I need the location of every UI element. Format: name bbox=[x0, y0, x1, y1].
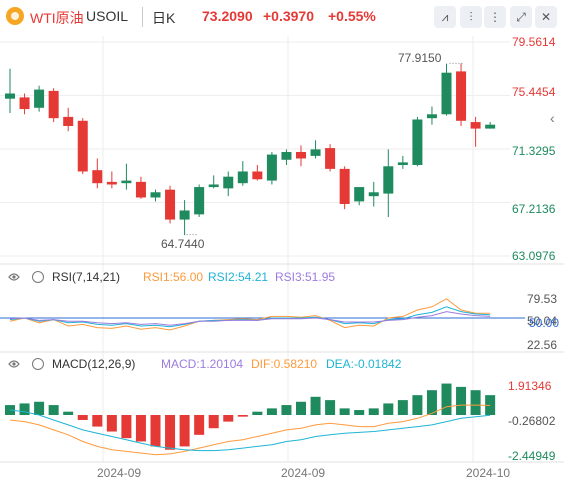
candle-body bbox=[150, 192, 161, 198]
candle-body bbox=[296, 151, 306, 159]
candle-body bbox=[325, 148, 336, 169]
candle-body bbox=[426, 114, 437, 119]
candle-body bbox=[121, 180, 132, 184]
rsi-panel bbox=[0, 298, 525, 331]
macd-histogram-bar bbox=[325, 400, 336, 415]
macd-histogram-bar bbox=[310, 396, 321, 415]
macd-histogram-bar bbox=[281, 405, 292, 415]
macd-histogram-bar bbox=[48, 405, 59, 415]
candle-body bbox=[383, 166, 394, 194]
dea-value: DEA:-0.01842 bbox=[326, 357, 402, 371]
macd-histogram-bar bbox=[77, 415, 88, 420]
chevron-left-icon[interactable]: ‹ bbox=[550, 110, 555, 126]
macd-panel bbox=[5, 383, 496, 456]
x-axis-tick: 2024-09 bbox=[97, 466, 142, 480]
macd-axis-tick: 1.91346 bbox=[508, 379, 552, 393]
candle-body bbox=[266, 154, 277, 181]
candle-body bbox=[194, 187, 205, 215]
macd-histogram-bar bbox=[208, 415, 219, 429]
x-axis-tick: 2024-10 bbox=[466, 466, 511, 480]
candle-body bbox=[441, 72, 452, 115]
price-axis-tick: 79.5614 bbox=[512, 35, 556, 49]
candle-body bbox=[485, 124, 496, 129]
gear-icon[interactable] bbox=[32, 271, 44, 283]
eye-icon[interactable] bbox=[8, 358, 20, 370]
macd-histogram-bar bbox=[92, 415, 103, 427]
macd-histogram-bar bbox=[339, 408, 350, 415]
macd-axis-tick: -0.26802 bbox=[508, 414, 556, 428]
high-price-label: 77.9150 bbox=[398, 51, 442, 65]
macd-histogram-bar bbox=[237, 415, 248, 417]
macd-axis-tick: -2.44949 bbox=[508, 449, 556, 463]
macd-histogram-bar bbox=[150, 415, 161, 447]
macd-histogram-bar bbox=[456, 386, 467, 415]
low-price-label: 64.7440 bbox=[161, 237, 205, 251]
macd-histogram-bar bbox=[368, 408, 379, 415]
candle-body bbox=[106, 181, 117, 185]
macd-histogram-bar bbox=[135, 415, 146, 442]
macd-histogram-bar bbox=[121, 415, 132, 439]
macd-histogram-bar bbox=[165, 415, 176, 450]
candle-body bbox=[310, 149, 321, 156]
candle-body bbox=[179, 210, 190, 220]
candle-body bbox=[237, 171, 248, 184]
rsi3-value: RSI3:51.95 bbox=[275, 270, 336, 284]
macd-histogram-bar bbox=[34, 401, 45, 415]
candle-body bbox=[470, 122, 481, 129]
x-axis-tick: 2024-09 bbox=[281, 466, 326, 480]
candle-body bbox=[412, 119, 423, 165]
candle-body bbox=[34, 89, 45, 108]
macd-histogram-bar bbox=[470, 390, 481, 415]
macd-histogram-bar bbox=[19, 403, 30, 415]
chart-canvas[interactable] bbox=[0, 0, 564, 484]
macd-histogram-bar bbox=[296, 401, 306, 415]
price-axis-tick: 75.4454 bbox=[512, 85, 556, 99]
eye-icon[interactable] bbox=[8, 271, 20, 283]
rsi-axis-tick: 79.53 bbox=[527, 292, 558, 306]
candle-body bbox=[63, 116, 74, 126]
rsi2-value: RSI2:54.21 bbox=[208, 270, 269, 284]
macd-histogram-bar bbox=[179, 415, 190, 447]
candle-body bbox=[48, 90, 59, 119]
candle-body bbox=[339, 168, 350, 204]
price-axis-tick: 67.2136 bbox=[512, 202, 556, 216]
macd-histogram-bar bbox=[412, 395, 423, 415]
candle-body bbox=[165, 189, 176, 220]
macd-title: MACD(12,26,9) bbox=[52, 357, 136, 371]
candle-body bbox=[77, 120, 88, 172]
macd-histogram-bar bbox=[441, 383, 452, 415]
macd-histogram-bar bbox=[194, 415, 205, 435]
rsi1-value: RSI1:56.00 bbox=[143, 270, 204, 284]
macd-histogram-bar bbox=[397, 400, 408, 415]
rsi-axis-tick: 22.56 bbox=[527, 338, 558, 352]
candle-body bbox=[135, 181, 146, 198]
candle-body bbox=[354, 187, 365, 202]
candle-body bbox=[281, 151, 292, 160]
gear-icon[interactable] bbox=[32, 358, 44, 370]
macd-histogram-bar bbox=[106, 415, 117, 432]
candle-body bbox=[19, 97, 30, 110]
rsi-title: RSI(7,14,21) bbox=[52, 270, 121, 284]
macd-histogram-bar bbox=[266, 408, 277, 415]
price-axis-tick: 71.3295 bbox=[512, 144, 556, 158]
candle-body bbox=[252, 171, 263, 180]
rsi-midline-label: 50.00 bbox=[529, 316, 560, 330]
dif-value: DIF:0.58210 bbox=[251, 357, 318, 371]
macd-histogram-bar bbox=[383, 403, 394, 415]
macd-value: MACD:1.20104 bbox=[161, 357, 244, 371]
candle-body bbox=[456, 71, 467, 121]
candle-body bbox=[5, 93, 15, 99]
candle-body bbox=[208, 184, 219, 188]
macd-histogram-bar bbox=[223, 415, 234, 422]
candle-body bbox=[92, 170, 103, 184]
macd-histogram-bar bbox=[63, 411, 74, 415]
candle-body bbox=[368, 192, 379, 197]
price-axis-tick: 63.0976 bbox=[512, 249, 556, 263]
candle-body bbox=[223, 176, 234, 189]
macd-histogram-bar bbox=[354, 410, 365, 415]
macd-histogram-bar bbox=[252, 411, 263, 415]
candle-body bbox=[397, 162, 408, 165]
